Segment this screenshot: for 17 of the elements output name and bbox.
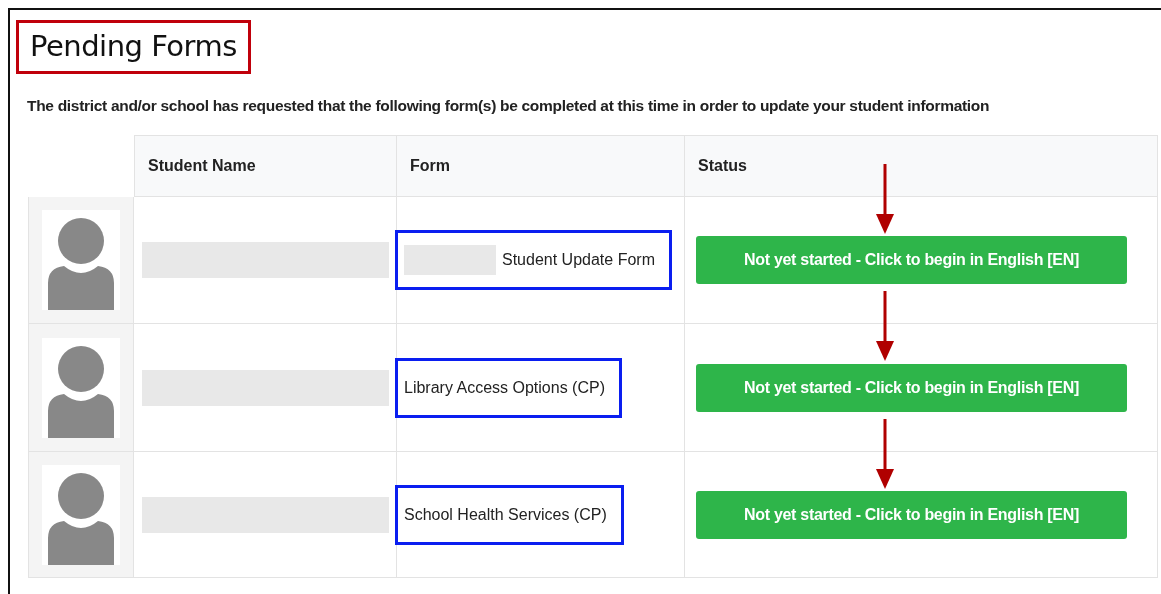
page-title: Pending Forms bbox=[30, 29, 237, 63]
down-arrow-icon bbox=[875, 419, 895, 489]
start-form-button[interactable]: Not yet started - Click to begin in English [EN] bbox=[696, 236, 1127, 284]
form-name: Student Update Form bbox=[502, 251, 655, 269]
avatar-silhouette-icon bbox=[42, 337, 120, 438]
start-form-button[interactable]: Not yet started - Click to begin in English [EN] bbox=[696, 490, 1127, 539]
form-name: Library Access Options (CP) bbox=[404, 378, 605, 397]
down-arrow-icon bbox=[875, 291, 895, 361]
form-name: School Health Services (CP) bbox=[404, 505, 607, 524]
down-arrow-icon bbox=[875, 164, 895, 234]
avatar-silhouette-icon bbox=[42, 464, 120, 565]
start-form-button[interactable]: Not yet started - Click to begin in English [EN] bbox=[696, 363, 1127, 412]
description-text: The district and/or school has requested that the following form(s) be completed at this time in order to update your student information bbox=[27, 97, 991, 115]
column-header: Form bbox=[397, 135, 685, 197]
column-header: Student Name bbox=[134, 135, 397, 197]
column-header: Status bbox=[685, 135, 1158, 197]
avatar-silhouette-icon bbox=[42, 210, 120, 310]
